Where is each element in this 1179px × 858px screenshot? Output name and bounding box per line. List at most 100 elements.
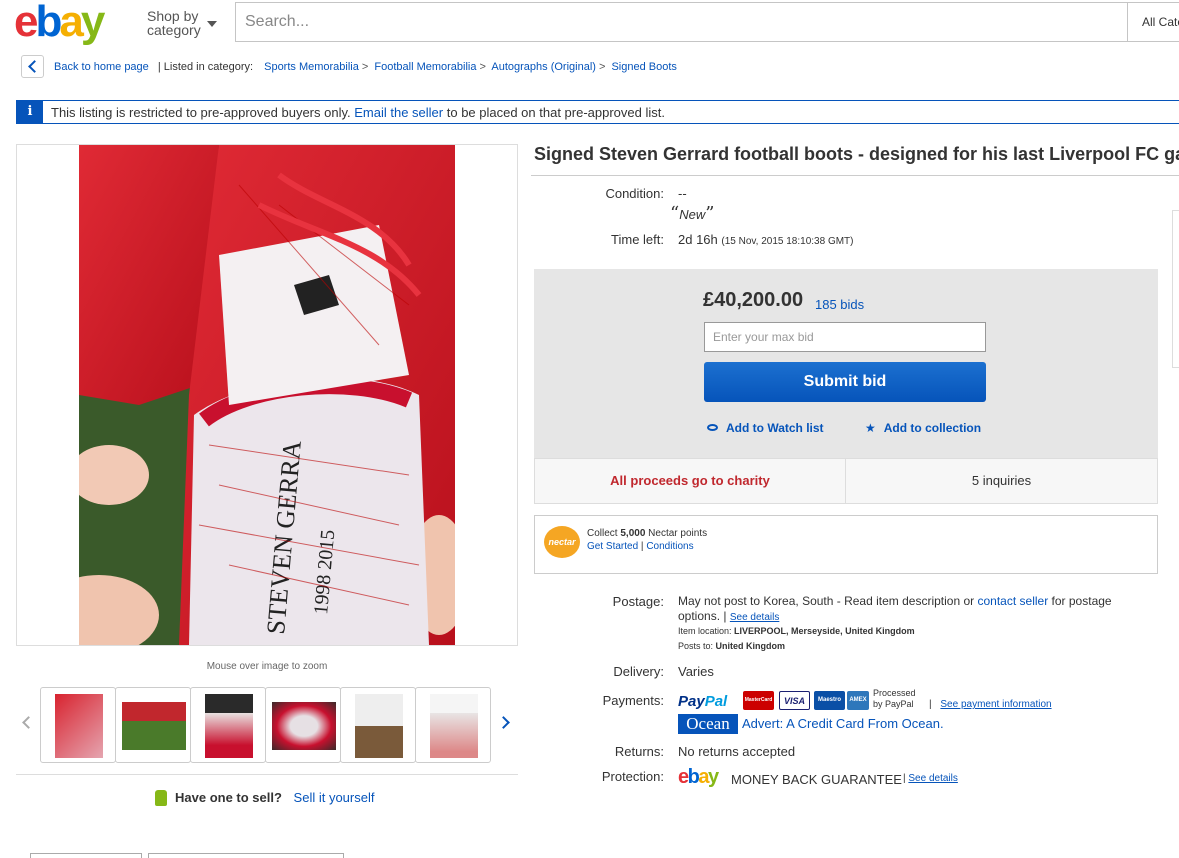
listing-title: Signed Steven Gerrard football boots - d…: [534, 144, 1179, 164]
returns-value: No returns accepted: [678, 744, 796, 759]
location-label: Item location:: [678, 626, 732, 636]
mastercard-icon: MasterCard: [743, 691, 774, 710]
ocean-advert-link[interactable]: Advert: A Credit Card From Ocean.: [742, 716, 944, 731]
delivery-value: Varies: [678, 664, 714, 679]
pipe-divider: |: [903, 773, 906, 784]
thumbnail-4[interactable]: [265, 687, 341, 763]
posts-to-value: United Kingdom: [715, 641, 786, 651]
condition-label: Condition:: [605, 186, 664, 201]
condition-desc-text: New: [679, 207, 706, 222]
nectar-divider: |: [640, 541, 644, 552]
max-bid-input[interactable]: Enter your max bid: [704, 322, 986, 352]
inquiries-count: 5 inquiries: [846, 458, 1158, 504]
delivery-label: Delivery:: [613, 664, 664, 679]
banner-text-before: This listing is restricted to pre-approv…: [51, 105, 351, 120]
add-to-watch-list-button[interactable]: Add to Watch list: [707, 421, 824, 435]
divider: [16, 774, 518, 775]
nectar-collect-text: Collect 5,000 Nectar points: [587, 528, 707, 539]
crumb-separator: >: [479, 61, 486, 73]
back-to-home-link[interactable]: Back to home page: [54, 61, 149, 73]
condition-description: “New”: [670, 203, 714, 224]
nectar-points-box: nectar Collect 5,000 Nectar points Get S…: [534, 515, 1158, 574]
search-input[interactable]: Search...: [235, 2, 1128, 42]
postage-label: Postage:: [612, 594, 664, 609]
paypal-logo: PayPal: [678, 693, 727, 710]
nectar-links: Get Started | Conditions: [587, 541, 694, 552]
money-back-guarantee: MONEY BACK GUARANTEE: [731, 772, 902, 787]
end-time: (15 Nov, 2015 18:10:38 GMT): [721, 236, 854, 247]
restricted-listing-banner: i This listing is restricted to pre-appr…: [16, 100, 1179, 124]
amex-icon: AMEX: [847, 691, 869, 710]
thumbnail-prev-icon[interactable]: [20, 716, 32, 730]
thumbnail-6[interactable]: [415, 687, 491, 763]
time-left-label: Time left:: [611, 232, 664, 247]
thumbnail-3[interactable]: [190, 687, 266, 763]
eye-icon: [707, 424, 718, 431]
processed-by-paypal: Processed by PayPal: [873, 688, 916, 710]
banner-text-after: to be placed on that pre-approved list.: [446, 105, 665, 120]
email-seller-link[interactable]: Email the seller: [354, 105, 443, 120]
category-select[interactable]: All Categories: [1128, 2, 1179, 42]
close-quote: ”: [705, 203, 715, 224]
thumbnail-2[interactable]: [115, 687, 191, 763]
thumbnail-next-icon[interactable]: [499, 716, 511, 730]
divider: [531, 175, 1179, 176]
ebay-guarantee-logo: ebay: [678, 766, 719, 788]
returns-label: Returns:: [614, 744, 664, 759]
mbg-see-details-link[interactable]: See details: [908, 773, 957, 784]
bottom-tab[interactable]: [30, 853, 142, 858]
crumb-separator: >: [598, 61, 606, 73]
paypal-pal: Pal: [704, 693, 728, 710]
sell-it-yourself-link[interactable]: Sell it yourself: [294, 790, 375, 805]
shop-by-category-button[interactable]: Shop by category: [147, 9, 227, 37]
ebay-logo[interactable]: ebay: [14, 0, 134, 48]
postage-value: May not post to Korea, South - Read item…: [678, 594, 1118, 625]
nectar-points: 5,000: [620, 528, 646, 539]
add-to-collection-button[interactable]: ★ Add to collection: [865, 421, 981, 435]
thumbnail-1[interactable]: [40, 687, 116, 763]
side-panel: [1172, 210, 1179, 368]
collect-suffix: Nectar points: [648, 528, 708, 539]
main-product-image[interactable]: STEVEN GERRA 1998 2015: [79, 145, 455, 645]
sell-prompt: Have one to sell? Sell it yourself: [155, 790, 374, 806]
get-started-link[interactable]: Get Started: [587, 541, 638, 552]
submit-bid-button[interactable]: Submit bid: [704, 362, 986, 402]
open-quote: “: [670, 203, 680, 224]
conditions-link[interactable]: Conditions: [646, 541, 693, 552]
pipe-divider: |: [723, 609, 727, 623]
processed-line-1: Processed: [873, 688, 916, 698]
watch-label: Add to Watch list: [726, 421, 824, 435]
see-payment-information-link[interactable]: See payment information: [940, 699, 1051, 710]
star-icon: ★: [865, 421, 876, 435]
crumb-sports-memorabilia[interactable]: Sports Memorabilia: [264, 61, 359, 73]
posts-to-label: Posts to:: [678, 641, 714, 651]
listed-in-label: | Listed in category:: [157, 61, 254, 73]
condition-value: --: [678, 186, 687, 201]
crumb-football-memorabilia[interactable]: Football Memorabilia: [374, 61, 476, 73]
contact-seller-link[interactable]: contact seller: [978, 594, 1049, 608]
posts-to: Posts to: United Kingdom: [678, 641, 785, 651]
sell-prompt-label: Have one to sell?: [175, 790, 282, 805]
current-price: £40,200.00: [703, 289, 804, 311]
crumb-autographs[interactable]: Autographs (Original): [491, 61, 596, 73]
postage-text: May not post to Korea, South - Read item…: [678, 594, 975, 608]
chevron-down-icon: [207, 21, 217, 27]
ocean-logo[interactable]: Ocean: [678, 714, 738, 734]
main-image-container[interactable]: STEVEN GERRA 1998 2015: [16, 144, 518, 646]
postage-see-details-link[interactable]: See details: [730, 612, 779, 623]
location-value: LIVERPOOL, Merseyside, United Kingdom: [734, 626, 915, 636]
breadcrumb: Back to home page | Listed in category: …: [54, 61, 677, 73]
bottom-tab[interactable]: [148, 853, 344, 858]
bid-count-link[interactable]: 185 bids: [815, 297, 864, 312]
processed-line-2: by PayPal: [873, 699, 914, 709]
item-location: Item location: LIVERPOOL, Merseyside, Un…: [678, 626, 915, 636]
thumbnail-5[interactable]: [340, 687, 416, 763]
maestro-icon: Maestro: [814, 691, 845, 710]
pipe-divider: |: [929, 699, 932, 710]
time-left-remaining: 2d 16h: [678, 232, 718, 247]
banner-text: This listing is restricted to pre-approv…: [51, 105, 665, 120]
visa-icon: VISA: [779, 691, 810, 710]
time-left-value: 2d 16h (15 Nov, 2015 18:10:38 GMT): [678, 232, 854, 247]
crumb-signed-boots[interactable]: Signed Boots: [611, 61, 676, 73]
back-arrow-icon[interactable]: [21, 55, 44, 78]
